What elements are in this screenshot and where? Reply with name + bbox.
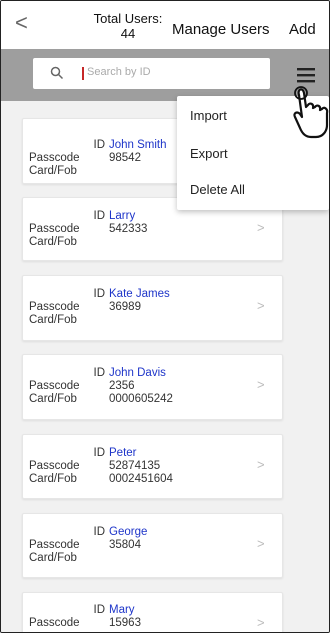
id-label: ID — [93, 288, 106, 300]
cardfob-label: Card/Fob — [29, 165, 77, 177]
user-card[interactable]: ID Peter Passcode 52874135 Card/Fob 0002… — [22, 434, 283, 499]
id-label: ID — [93, 367, 106, 379]
user-card[interactable]: ID Kate James Passcode 36989 Card/Fob > — [22, 275, 283, 341]
id-label: ID — [93, 526, 106, 538]
text-cursor — [82, 67, 84, 80]
passcode-value: 15963 — [109, 617, 141, 629]
passcode-value: 52874135 — [109, 460, 161, 472]
cardfob-value: 0002451604 — [109, 473, 173, 485]
cardfob-label: Card/Fob — [29, 236, 77, 248]
menu-item-export[interactable]: Export — [190, 146, 228, 161]
passcode-label: Passcode — [29, 152, 80, 164]
passcode-label: Passcode — [29, 617, 80, 629]
user-card[interactable]: ID John Davis Passcode 2356 Card/Fob 000… — [22, 354, 283, 420]
passcode-value: 35804 — [109, 539, 141, 551]
passcode-value: 542333 — [109, 223, 148, 235]
passcode-label: Passcode — [29, 380, 80, 392]
chevron-right-icon: > — [257, 298, 265, 313]
cardfob-label: Card/Fob — [29, 314, 77, 326]
search-icon — [50, 66, 64, 80]
passcode-label: Passcode — [29, 223, 80, 235]
passcode-label: Passcode — [29, 539, 80, 551]
menu-item-import[interactable]: Import — [190, 108, 227, 123]
cardfob-label: Card/Fob — [29, 473, 77, 485]
cardfob-label: Card/Fob — [29, 552, 77, 564]
user-id: Kate James — [109, 288, 170, 300]
page-title: Manage Users — [172, 21, 270, 38]
passcode-label: Passcode — [29, 460, 80, 472]
user-id: George — [109, 526, 148, 538]
passcode-value: 2356 — [109, 380, 135, 392]
add-user-button[interactable]: Add — [289, 21, 316, 38]
total-users: Total Users: 44 — [89, 11, 167, 41]
id-label: ID — [93, 210, 106, 222]
phone-screen: < Total Users: 44 Manage Users Add Searc… — [0, 0, 330, 633]
chevron-right-icon: > — [257, 377, 265, 392]
user-id: Peter — [109, 447, 137, 459]
total-users-label: Total Users: — [93, 11, 163, 26]
user-id: John Davis — [109, 367, 166, 379]
user-card[interactable]: ID Mary Passcode 15963 > — [22, 592, 283, 632]
chevron-right-icon: > — [257, 457, 265, 472]
chevron-right-icon: > — [257, 220, 265, 235]
user-id: Mary — [109, 604, 135, 616]
id-label: ID — [93, 139, 106, 151]
tap-hand-icon — [293, 86, 329, 139]
menu-item-delete-all[interactable]: Delete All — [190, 182, 245, 197]
id-label: ID — [93, 604, 106, 616]
user-id: John Smith — [109, 139, 167, 151]
id-label: ID — [93, 447, 106, 459]
total-users-count: 44 — [120, 26, 136, 41]
top-bar: < Total Users: 44 Manage Users Add — [1, 1, 329, 49]
user-card[interactable]: ID George Passcode 35804 Card/Fob > — [22, 513, 283, 578]
cardfob-value: 0000605242 — [109, 393, 173, 405]
passcode-value: 98542 — [109, 152, 141, 164]
chevron-right-icon: > — [257, 536, 265, 551]
search-bar: Search by ID — [1, 49, 329, 101]
cardfob-label: Card/Fob — [29, 393, 77, 405]
passcode-label: Passcode — [29, 301, 80, 313]
chevron-right-icon: > — [257, 615, 265, 630]
back-chevron-icon[interactable]: < — [15, 12, 28, 34]
search-input[interactable]: Search by ID — [33, 58, 270, 89]
search-placeholder: Search by ID — [87, 66, 151, 78]
user-id: Larry — [109, 210, 136, 222]
passcode-value: 36989 — [109, 301, 141, 313]
